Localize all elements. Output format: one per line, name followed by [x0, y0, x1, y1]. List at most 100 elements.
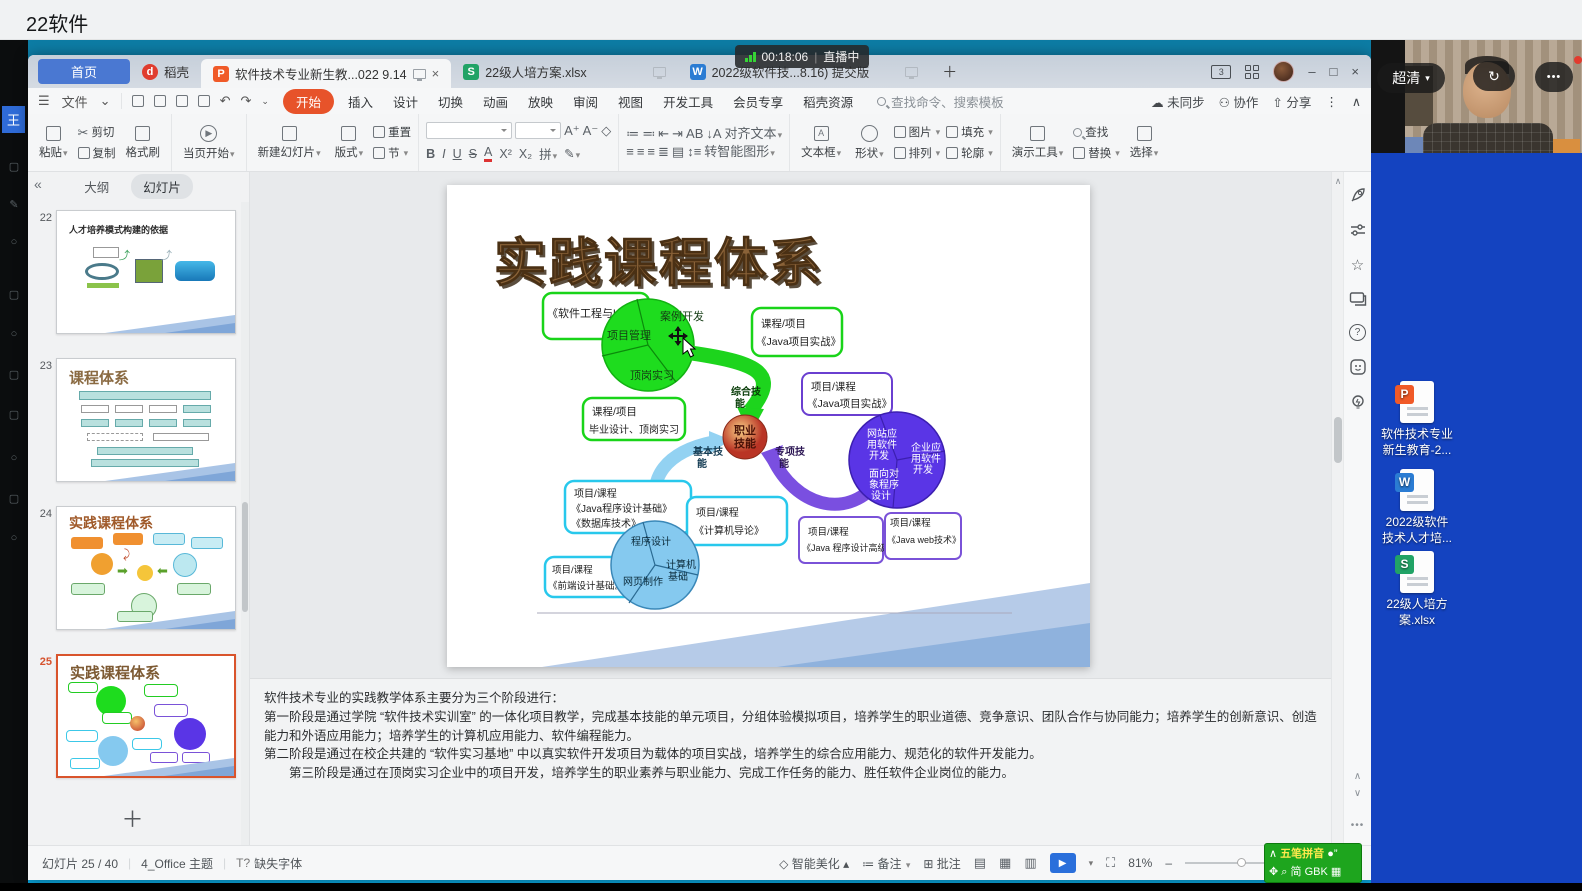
theme-name[interactable]: 4_Office 主题: [141, 855, 213, 872]
fit-window-icon[interactable]: ⛶: [1106, 855, 1115, 871]
menu-start[interactable]: 开始: [283, 89, 334, 114]
desktop-icon-word[interactable]: W 2022级软件技术人才培...: [1379, 469, 1455, 546]
picture-button[interactable]: 图片▾: [894, 124, 941, 140]
ime-keyboard-icon[interactable]: ▦: [1331, 866, 1341, 878]
menu-animation[interactable]: 动画: [473, 92, 518, 111]
bold-button[interactable]: B: [426, 147, 435, 161]
slideshow-play-button[interactable]: ▶: [1050, 853, 1076, 873]
menu-slideshow[interactable]: 放映: [518, 92, 563, 111]
ime-hand-icon[interactable]: ✥: [1269, 866, 1278, 878]
slide-thumb-22[interactable]: 22 人才培养模式构建的依据 ⤴ ⤴: [34, 210, 241, 334]
font-size-select[interactable]: [515, 122, 561, 139]
gear-icon[interactable]: ▢: [0, 492, 28, 505]
more-vertical-icon[interactable]: ⋮: [1325, 94, 1338, 109]
more-tools-icon[interactable]: •••: [1351, 820, 1365, 831]
green-arrow[interactable]: [691, 353, 763, 411]
print-icon[interactable]: [176, 95, 188, 107]
missing-font-warning[interactable]: 缺失字体: [254, 855, 302, 872]
collab-button[interactable]: ⚇ 协作: [1219, 92, 1259, 111]
close-button[interactable]: ×: [1351, 64, 1359, 79]
tab-home[interactable]: 首页: [38, 59, 130, 84]
more-caret-icon[interactable]: ⌄: [261, 96, 269, 107]
char-spacing-button[interactable]: AB: [686, 127, 703, 140]
highlight-button[interactable]: ✎▾: [564, 146, 580, 161]
call-icon[interactable]: ▢: [0, 288, 28, 301]
center-skill-circle[interactable]: [723, 415, 767, 459]
tab-document-active[interactable]: P 软件技术专业新生教...022 9.14 ×: [201, 59, 451, 88]
reset-button[interactable]: 重置: [373, 124, 411, 140]
slide-thumb-23[interactable]: 23 课程体系: [34, 358, 241, 482]
video-quality-button[interactable]: 超清▾: [1377, 63, 1445, 93]
file-icon[interactable]: ▢: [0, 408, 28, 421]
window-switch-icon[interactable]: 3: [1211, 65, 1231, 79]
doc-icon[interactable]: ▢: [0, 160, 28, 173]
save-icon[interactable]: [132, 95, 144, 107]
sorter-view-icon[interactable]: ▦: [999, 855, 1011, 871]
menu-review[interactable]: 审阅: [563, 92, 608, 111]
find-button[interactable]: 查找: [1073, 124, 1120, 140]
desktop-icon-excel[interactable]: S 22级人培方案.xlsx: [1379, 551, 1455, 628]
select-button[interactable]: 选择▾: [1126, 125, 1163, 161]
fill-button[interactable]: 填充▾: [946, 124, 993, 140]
menu-insert[interactable]: 插入: [338, 92, 383, 111]
tab-outline[interactable]: 大纲: [84, 177, 109, 196]
play-options-caret-icon[interactable]: ▾: [1089, 858, 1094, 869]
print-preview-icon[interactable]: [198, 95, 210, 107]
layout-button[interactable]: 版式▾: [331, 125, 368, 161]
collapse-ribbon-icon[interactable]: ∧: [1352, 94, 1361, 109]
ime-encoding[interactable]: GBK: [1305, 866, 1328, 878]
menu-member[interactable]: 会员专享: [723, 92, 793, 111]
command-search-input[interactable]: 查找命令、搜索模板: [877, 92, 1004, 111]
box-java-project-green[interactable]: [752, 308, 842, 356]
sync-status[interactable]: ☁ 未同步: [1151, 92, 1205, 111]
align-left-icon[interactable]: ≡: [626, 145, 634, 158]
menu-design[interactable]: 设计: [383, 92, 428, 111]
box-java-advanced[interactable]: [799, 517, 883, 563]
tab-daoke[interactable]: d 稻壳: [130, 55, 201, 88]
effects-star-icon[interactable]: ☆: [1351, 256, 1364, 274]
normal-view-icon[interactable]: ▤: [974, 855, 986, 871]
pinyin-button[interactable]: 拼▾: [539, 144, 557, 163]
share-button[interactable]: ⇧ 分享: [1272, 92, 1311, 111]
new-tab-button[interactable]: ＋: [930, 55, 969, 88]
section-button[interactable]: 节▾: [373, 145, 411, 161]
ime-lang[interactable]: 简: [1291, 866, 1302, 878]
clip-icon[interactable]: ✎: [0, 198, 28, 211]
idea-bulb-icon[interactable]: [1349, 393, 1367, 411]
outline-button[interactable]: 轮廓▾: [946, 145, 993, 161]
maximize-button[interactable]: □: [1330, 64, 1338, 79]
align-right-icon[interactable]: ≡: [647, 145, 655, 158]
menu-transition[interactable]: 切换: [428, 92, 473, 111]
grid-apps-icon[interactable]: [1245, 65, 1259, 79]
slide-thumb-25-selected[interactable]: 25 实践课程体系: [34, 654, 241, 778]
editing-canvas[interactable]: 实践课程体系 实践课程体系 《软件工程与UML》: [250, 172, 1331, 845]
reading-view-icon[interactable]: ▥: [1024, 855, 1036, 871]
cut-button[interactable]: ✂剪切: [78, 124, 116, 140]
export-icon[interactable]: [154, 95, 166, 107]
italic-button[interactable]: I: [442, 147, 445, 161]
slide-thumb-24[interactable]: 24 实践课程体系 ➡ ➡: [34, 506, 241, 630]
paste-button[interactable]: 粘贴▾: [35, 125, 72, 161]
account-avatar[interactable]: [1273, 61, 1294, 82]
slide-title[interactable]: 实践课程体系: [494, 235, 824, 293]
superscript-button[interactable]: X²: [499, 147, 512, 161]
prev-slide-icon[interactable]: ∧: [1354, 771, 1361, 782]
ime-collapse-icon[interactable]: ∧: [1269, 848, 1277, 860]
shape-icon[interactable]: ○: [0, 236, 28, 248]
redo-icon[interactable]: ↷: [240, 93, 251, 109]
zoom-percent[interactable]: 81%: [1128, 856, 1152, 870]
increase-font-icon[interactable]: A⁺: [564, 124, 580, 137]
ime-mag-icon[interactable]: ⌕: [1281, 866, 1287, 878]
align-text-button[interactable]: 对齐文本▾: [725, 127, 783, 140]
presentation-tools-button[interactable]: 演示工具▾: [1008, 125, 1068, 161]
folder-icon[interactable]: ▢: [0, 368, 28, 381]
font-color-button[interactable]: A: [484, 145, 492, 162]
new-slide-button[interactable]: 新建幻灯片▾: [254, 125, 325, 161]
panel-scrollbar[interactable]: [241, 202, 249, 845]
zoom-slider-thumb[interactable]: [1237, 858, 1246, 867]
tab-close-icon[interactable]: ×: [432, 66, 440, 81]
video-more-button[interactable]: •••: [1535, 62, 1573, 92]
tool-icon[interactable]: ○: [0, 452, 28, 464]
number-list-icon[interactable]: ≕: [642, 127, 655, 140]
notes-pane[interactable]: 软件技术专业的实践教学体系主要分为三个阶段进行： 第一阶段是通过学院 “软件技术…: [250, 678, 1331, 845]
